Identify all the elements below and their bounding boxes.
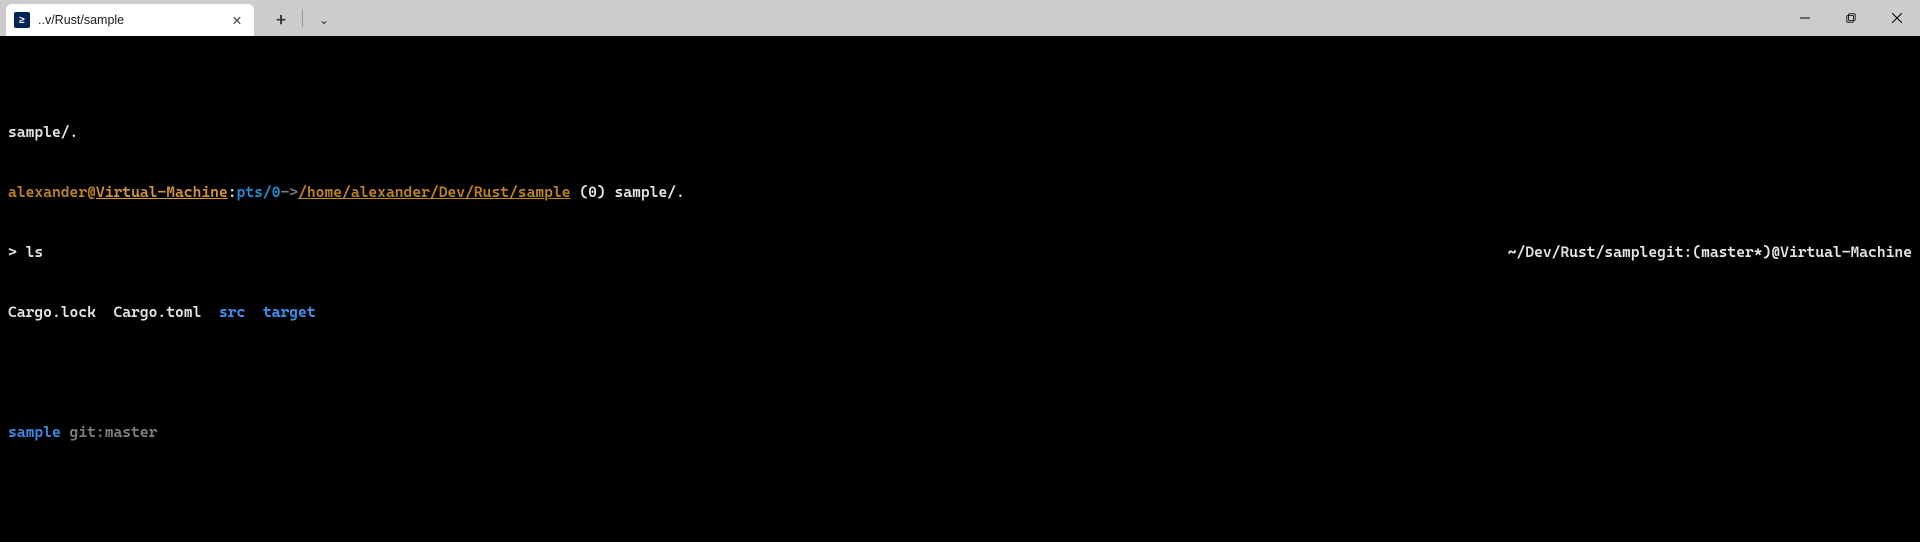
window-controls (1782, 0, 1920, 36)
prompt-host: Virtual-Machine (96, 183, 228, 201)
command-row: > ls ~/Dev/Rust/samplegit:(master*)@Virt… (8, 242, 1912, 262)
prompt-trailing: sample/. (606, 183, 685, 201)
window-titlebar: ≥ ..v/Rust/sample ✕ + ⌄ (0, 0, 1920, 36)
git-status-line: sample git:master (8, 422, 1912, 442)
status-branch: master (105, 423, 158, 441)
prompt-jobs: (0) (579, 183, 605, 201)
window-maximize-button[interactable] (1828, 0, 1874, 36)
tab-close-button[interactable]: ✕ (228, 11, 246, 29)
minimize-icon (1800, 13, 1810, 23)
blank-line (8, 482, 1912, 502)
prompt-user: alexander (8, 183, 87, 201)
ls-output: Cargo.lock Cargo.toml src target (8, 302, 1912, 322)
blank-line (8, 362, 1912, 382)
tab-dropdown-button[interactable]: ⌄ (307, 4, 341, 36)
ls-file: Cargo.lock (8, 303, 96, 321)
window-minimize-button[interactable] (1782, 0, 1828, 36)
prompt-at: @ (87, 183, 96, 201)
ls-dir: src (219, 303, 245, 321)
prompt-header-line: sample/. (8, 122, 1912, 142)
terminal-pane[interactable]: sample/. alexander@Virtual-Machine:pts/0… (0, 36, 1920, 542)
status-dir: sample (8, 423, 61, 441)
rprompt: ~/Dev/Rust/samplegit:(master*)@Virtual-M… (1508, 242, 1912, 262)
prompt-tty: pts/0 (237, 183, 281, 201)
tab-title: ..v/Rust/sample (38, 13, 228, 27)
tab-active[interactable]: ≥ ..v/Rust/sample ✕ (6, 4, 254, 36)
status-git: git: (70, 423, 105, 441)
maximize-icon (1846, 13, 1856, 23)
prompt-arrow: -> (281, 183, 299, 201)
prompt-cwd: /home/alexander/Dev/Rust/sample (298, 183, 570, 201)
powershell-icon: ≥ (14, 12, 30, 28)
prompt-colon: : (228, 183, 237, 201)
typed-command: ls (26, 243, 44, 261)
window-close-button[interactable] (1874, 0, 1920, 36)
close-icon (1892, 13, 1902, 23)
ls-file: Cargo.toml (113, 303, 201, 321)
new-tab-button[interactable]: + (264, 4, 298, 36)
tab-separator (302, 9, 303, 27)
ls-dir: target (263, 303, 316, 321)
prompt-context-line: alexander@Virtual-Machine:pts/0->/home/a… (8, 182, 1912, 202)
prompt-symbol: > (8, 243, 26, 261)
